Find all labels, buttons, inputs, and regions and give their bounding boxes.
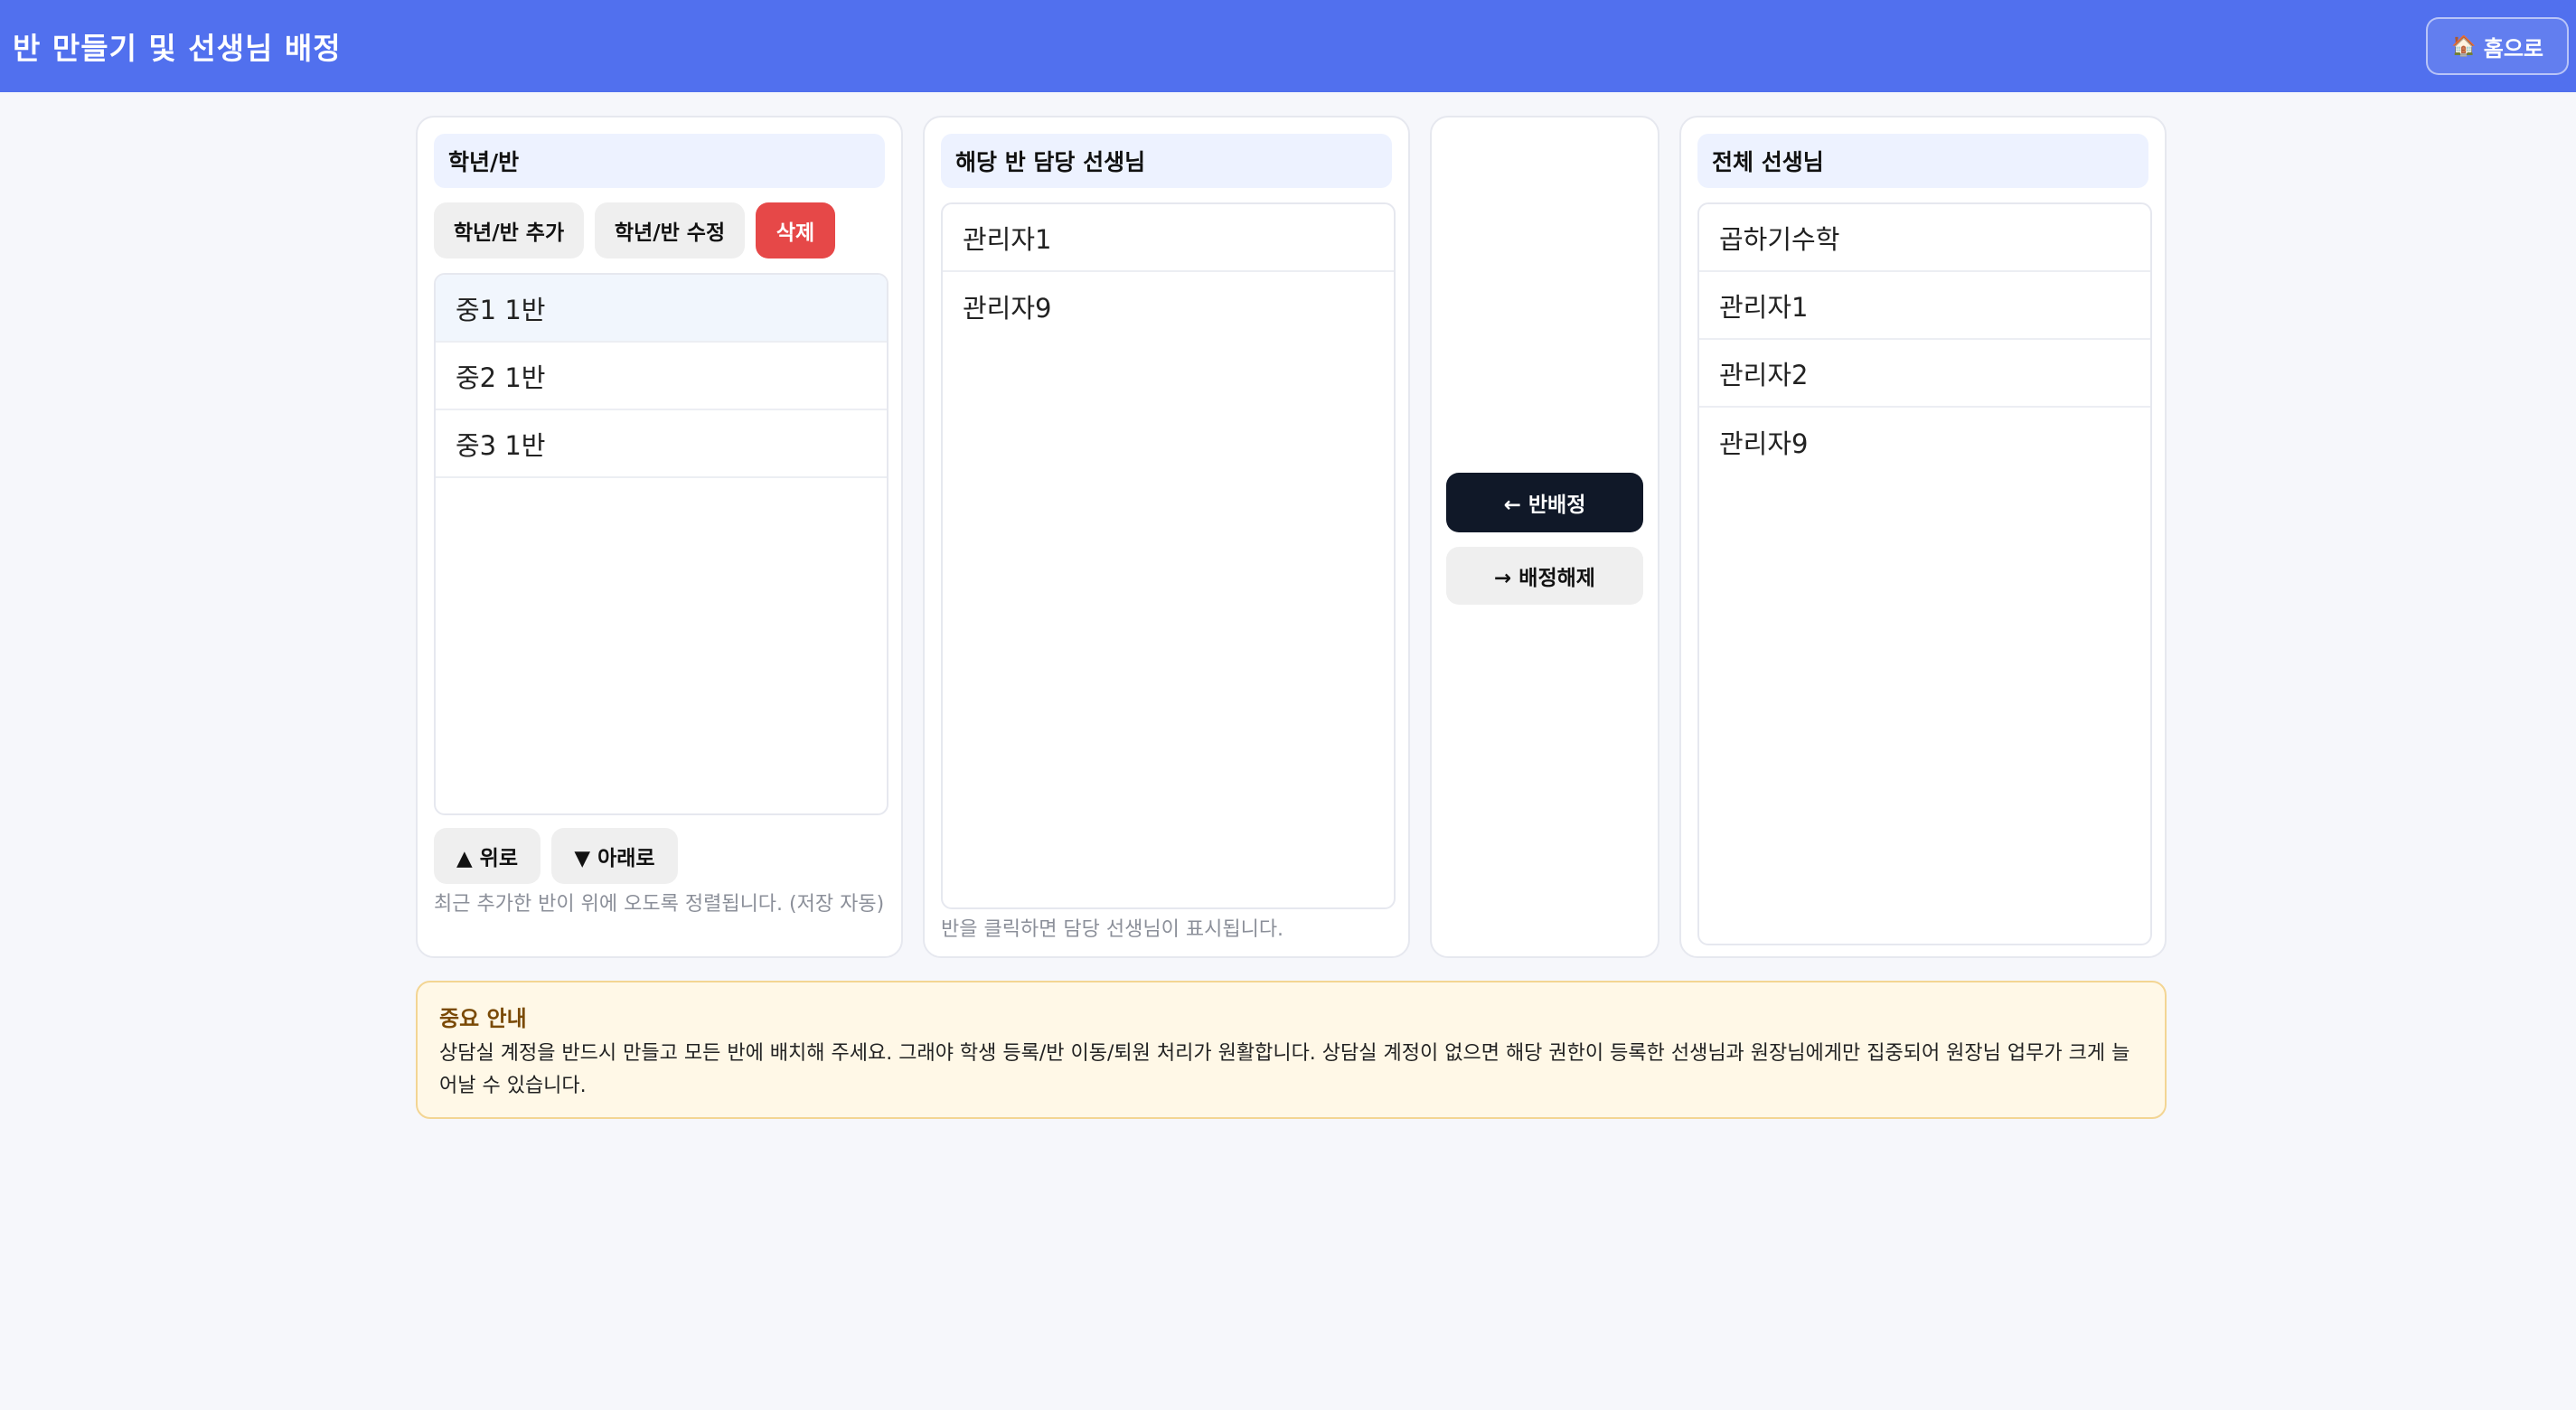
class-item[interactable]: 중3 1반: [436, 410, 887, 478]
teacher-item[interactable]: 관리자1: [1699, 272, 2150, 340]
home-button-label: 홈으로: [2483, 36, 2543, 61]
move-up-button[interactable]: ▲ 위로: [434, 828, 541, 884]
classes-panel-title: 학년/반: [434, 134, 885, 188]
unassign-button[interactable]: → 배정해제: [1446, 547, 1643, 605]
top-bar: 반 만들기 및 선생님 배정 🏠 홈으로: [0, 0, 2576, 92]
assigned-teacher-item[interactable]: 관리자9: [943, 272, 1394, 340]
classes-panel: 학년/반 학년/반 추가 학년/반 수정 삭제 중1 1반 중2 1반 중3 1…: [416, 116, 903, 958]
assigned-teachers-panel: 해당 반 담당 선생님 관리자1 관리자9 반을 클릭하면 담당 선생님이 표시…: [923, 116, 1410, 958]
add-class-button[interactable]: 학년/반 추가: [434, 202, 584, 258]
assign-button[interactable]: ← 반배정: [1446, 473, 1643, 532]
assigned-hint: 반을 클릭하면 담당 선생님이 표시됩니다.: [941, 918, 1284, 941]
teacher-item[interactable]: 곱하기수학: [1699, 204, 2150, 272]
move-down-button[interactable]: ▼ 아래로: [551, 828, 678, 884]
all-teacher-list: 곱하기수학 관리자1 관리자2 관리자9: [1697, 202, 2152, 945]
assign-actions-panel: ← 반배정 → 배정해제: [1430, 116, 1659, 958]
all-teachers-panel: 전체 선생님 곱하기수학 관리자1 관리자2 관리자9: [1679, 116, 2167, 958]
assigned-panel-title: 해당 반 담당 선생님: [941, 134, 1392, 188]
class-list: 중1 1반 중2 1반 중3 1반: [434, 273, 888, 815]
assigned-teacher-item[interactable]: 관리자1: [943, 204, 1394, 272]
class-item[interactable]: 중2 1반: [436, 343, 887, 410]
teacher-item[interactable]: 관리자2: [1699, 340, 2150, 408]
edit-class-button[interactable]: 학년/반 수정: [595, 202, 745, 258]
all-teachers-panel-title: 전체 선생님: [1697, 134, 2148, 188]
important-notice: 중요 안내 상담실 계정을 반드시 만들고 모든 반에 배치해 주세요. 그래야…: [416, 981, 2167, 1119]
teacher-item[interactable]: 관리자9: [1699, 408, 2150, 475]
class-item[interactable]: 중1 1반: [436, 275, 887, 343]
notice-body: 상담실 계정을 반드시 만들고 모든 반에 배치해 주세요. 그래야 학생 등록…: [439, 1042, 2130, 1097]
notice-title: 중요 안내: [439, 1006, 527, 1031]
delete-class-button[interactable]: 삭제: [756, 202, 835, 258]
house-icon: 🏠: [2451, 34, 2477, 57]
home-button[interactable]: 🏠 홈으로: [2426, 17, 2569, 75]
sort-hint: 최근 추가한 반이 위에 오도록 정렬됩니다. (저장 자동): [434, 893, 885, 916]
assigned-teacher-list: 관리자1 관리자9: [941, 202, 1396, 909]
page-title: 반 만들기 및 선생님 배정: [13, 31, 342, 66]
